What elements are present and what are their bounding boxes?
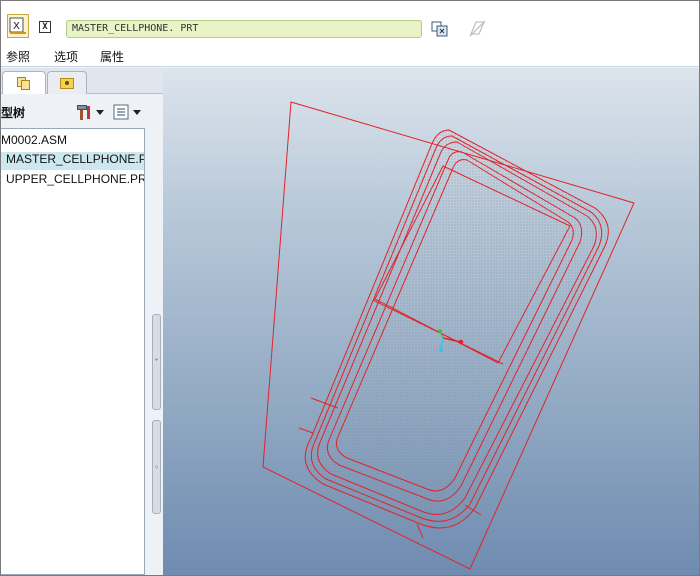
model-tree: M0002.ASM MASTER_CELLPHONE.PRT UPPER_CEL… (1, 128, 145, 575)
cellphone-wireframe[interactable] (163, 68, 699, 575)
disabled-plane-icon (468, 19, 486, 37)
navigator-panel: 型树 M0002.ASM MASTER_CELLPHONE. UPPER_CEL… (1, 68, 163, 575)
list-icon (113, 104, 129, 120)
chevron-down-icon (133, 109, 141, 115)
x-select-icon[interactable]: X (37, 19, 53, 35)
tree-item-upper-cellphone[interactable]: UPPER_CELLPHONE.PRT (1, 172, 144, 190)
insert-pin-icon[interactable] (431, 19, 449, 37)
collapse-grip[interactable]: ˅ (152, 314, 161, 410)
graphics-window[interactable] (163, 68, 699, 575)
menu-options[interactable]: 选项 (54, 48, 78, 65)
dashboard-toolbar: X X MASTER_CELLPHONE. PRT (1, 1, 699, 45)
tree-item-assembly[interactable]: M0002.ASM (1, 133, 144, 151)
panel-splitter[interactable]: ˅ ◦ (152, 314, 161, 514)
menu-references[interactable]: 参照 (6, 48, 30, 65)
folder-icon (60, 77, 74, 89)
folder-browser-tab[interactable] (47, 71, 87, 94)
menu-properties[interactable]: 属性 (100, 48, 124, 65)
model-tree-icon (16, 76, 32, 90)
part-name-field[interactable]: MASTER_CELLPHONE. PRT (66, 20, 422, 38)
svg-text:X: X (13, 21, 20, 32)
menu-bar: 参照 选项 属性 (1, 45, 699, 67)
navigator-tabs (1, 68, 163, 94)
select-model-icon[interactable]: X (7, 14, 29, 38)
tools-icon (75, 104, 92, 120)
model-tree-title: 型树 (1, 106, 26, 120)
model-tree-tab[interactable] (2, 71, 46, 94)
application-window: X X MASTER_CELLPHONE. PRT 参照 选项 属性 型树 M0… (0, 0, 700, 576)
model-tree-header: 型树 (1, 100, 151, 124)
chevron-down-icon (96, 109, 104, 115)
resize-grip[interactable]: ◦ (152, 420, 161, 514)
tree-show-button[interactable] (113, 102, 145, 122)
tree-settings-button[interactable] (75, 102, 105, 122)
tree-item-master-cellphone[interactable]: MASTER_CELLPHONE.PRT (1, 152, 144, 170)
